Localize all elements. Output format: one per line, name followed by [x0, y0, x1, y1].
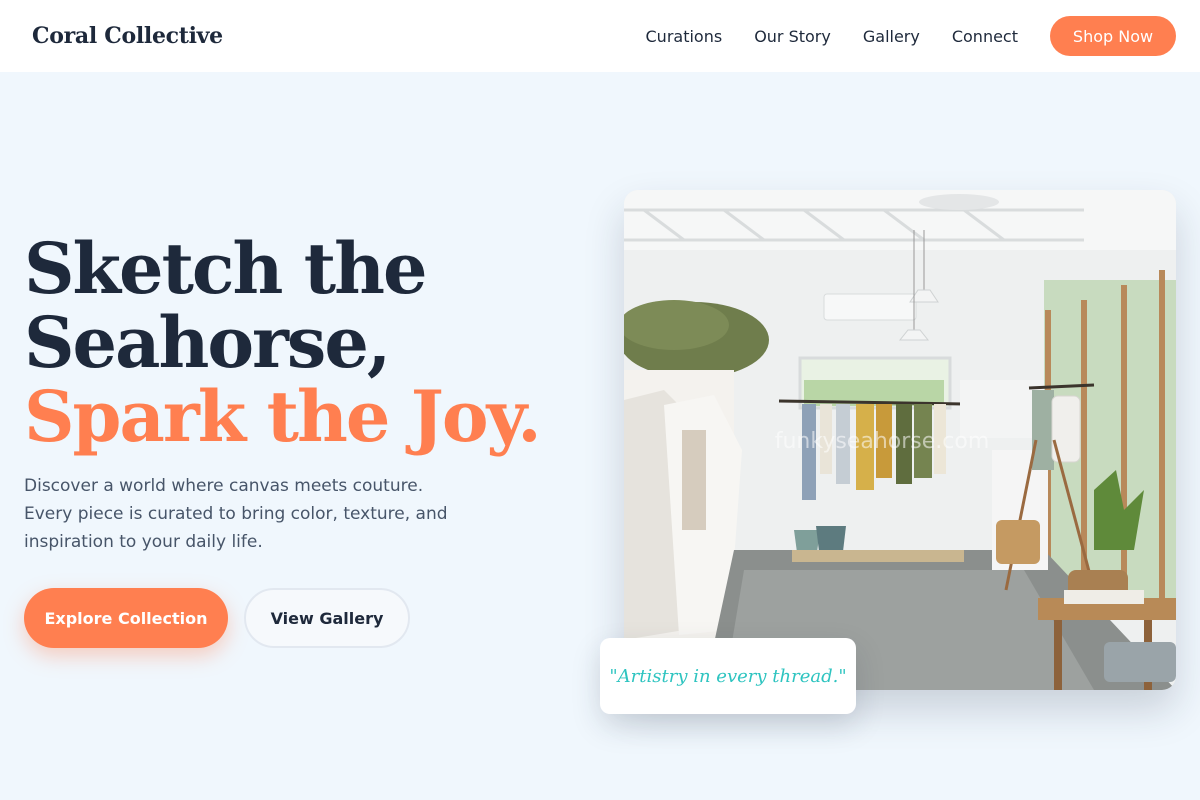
image-watermark: funkyseahorse.com: [775, 429, 990, 454]
view-gallery-button[interactable]: View Gallery: [244, 588, 410, 648]
hero-description: Discover a world where canvas meets cout…: [24, 476, 448, 552]
main-nav: Curations Our Story Gallery Connect Shop…: [646, 16, 1176, 56]
site-header: Coral Collective Curations Our Story Gal…: [0, 0, 1200, 72]
boutique-photo: funkyseahorse.com: [624, 190, 1176, 690]
nav-link-connect[interactable]: Connect: [952, 27, 1018, 46]
nav-link-gallery[interactable]: Gallery: [863, 27, 920, 46]
shop-now-button[interactable]: Shop Now: [1050, 16, 1176, 56]
hero-title-line-1: Sketch the: [24, 227, 428, 310]
explore-collection-button[interactable]: Explore Collection: [24, 588, 228, 648]
hero-title: Sketch the Seahorse, Spark the Joy.: [24, 232, 584, 454]
quote-card: "Artistry in every thread.": [600, 638, 856, 714]
hero-boutique-image: funkyseahorse.com: [624, 190, 1176, 690]
quote-text: "Artistry in every thread.": [609, 665, 847, 687]
hero-title-line-2: Seahorse,: [24, 301, 391, 384]
nav-link-curations[interactable]: Curations: [646, 27, 723, 46]
hero-title-accent: Spark the Joy.: [24, 375, 542, 458]
brand-logo[interactable]: Coral Collective: [32, 23, 223, 49]
nav-link-our-story[interactable]: Our Story: [754, 27, 831, 46]
